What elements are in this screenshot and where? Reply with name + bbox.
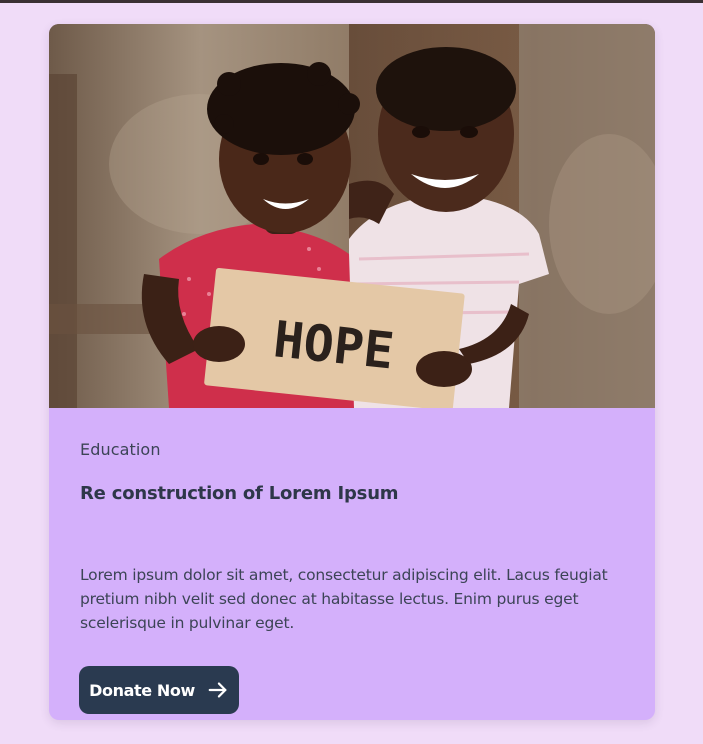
- campaign-card: HOPE Education Re construction of Lorem …: [49, 24, 655, 720]
- campaign-description: Lorem ipsum dolor sit amet, consectetur …: [80, 566, 608, 632]
- campaign-title: Re construction of Lorem Ipsum: [80, 483, 399, 504]
- campaign-photo: HOPE: [49, 24, 655, 408]
- donate-now-button[interactable]: Donate Now: [79, 666, 239, 714]
- category-label: Education: [80, 440, 161, 459]
- top-border: [0, 0, 703, 3]
- card-body: Education Re construction of Lorem Ipsum…: [49, 408, 655, 720]
- donate-now-label: Donate Now: [89, 680, 195, 700]
- arrow-right-icon: [207, 679, 229, 701]
